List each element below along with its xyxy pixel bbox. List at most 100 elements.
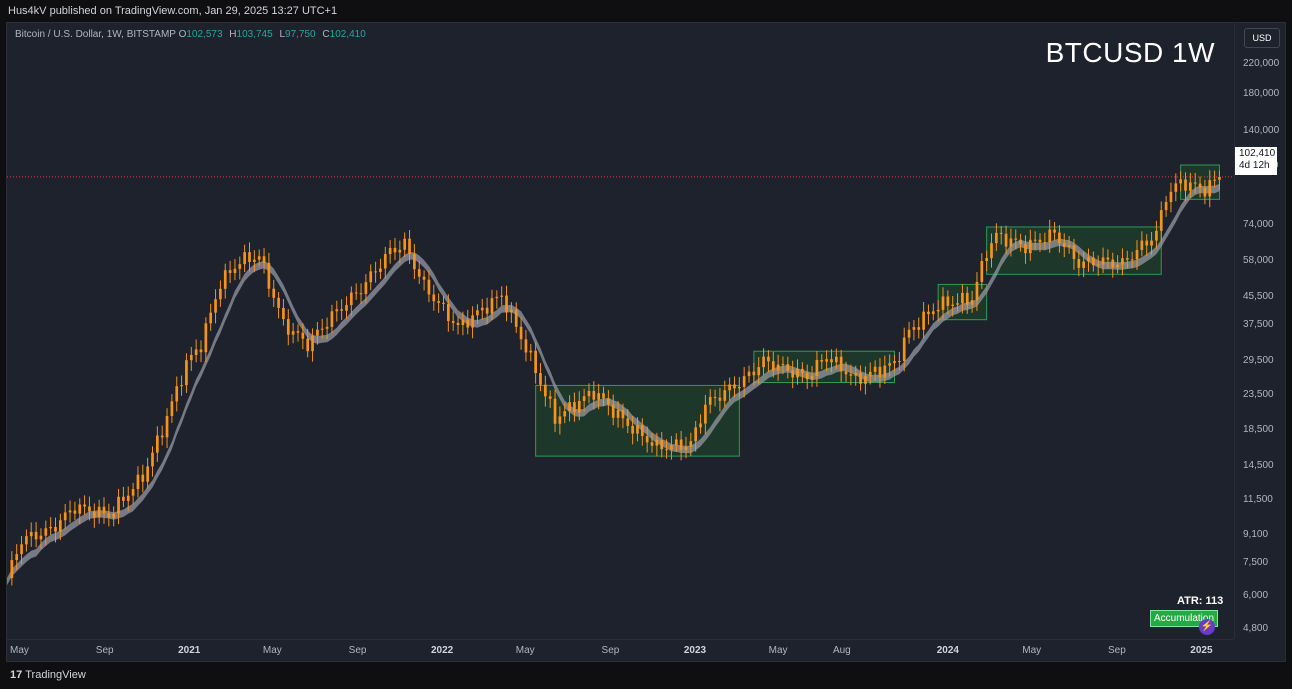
candle-body xyxy=(10,560,14,578)
candle-body xyxy=(961,292,964,304)
price-tick-label: 23,500 xyxy=(1243,388,1274,400)
candle-body xyxy=(83,504,86,507)
candle-body xyxy=(607,398,610,405)
candle-body xyxy=(650,442,654,446)
candle-body xyxy=(878,366,882,378)
candle-body xyxy=(573,402,576,413)
candle-body xyxy=(228,270,232,274)
candle-body xyxy=(995,232,998,244)
time-tick-label: Sep xyxy=(1108,645,1126,656)
candle-body xyxy=(810,376,814,380)
candle-body xyxy=(1014,238,1018,240)
candle-body xyxy=(277,297,280,308)
time-axis[interactable]: May Sep 2021 May Sep 2022 May Sep 2023 May Aug 2024… xyxy=(7,639,1234,662)
candle-body xyxy=(1189,182,1192,191)
candle-body xyxy=(1169,191,1173,203)
price-tick-label: 58,000 xyxy=(1243,254,1274,266)
candle-body xyxy=(238,264,242,269)
candle-body xyxy=(742,376,746,387)
time-tick-label: Sep xyxy=(601,645,620,656)
candle-body xyxy=(825,359,828,362)
candle-body xyxy=(141,474,145,482)
candle-body xyxy=(970,300,974,305)
candle-body xyxy=(1067,245,1071,247)
last-price-value: 102,410 xyxy=(1239,148,1276,159)
candle-body xyxy=(757,367,761,376)
price-tick-label: 6,000 xyxy=(1243,590,1269,602)
candle-body xyxy=(684,446,688,450)
bar-countdown: 4d 12h xyxy=(1239,160,1270,171)
candle-body xyxy=(20,544,23,555)
candle-body xyxy=(199,349,203,353)
candle-body xyxy=(665,449,668,451)
price-tick-label: 7,500 xyxy=(1243,557,1269,569)
candle-body xyxy=(1096,264,1100,266)
tradingview-logo[interactable]: 17 TradingView xyxy=(10,669,86,681)
candle-body xyxy=(577,400,581,413)
candle-body xyxy=(194,349,198,356)
candle-body xyxy=(485,307,489,314)
candle-body xyxy=(54,526,57,532)
candle-body xyxy=(990,243,993,259)
candle-body xyxy=(514,309,518,327)
candle-body xyxy=(170,401,174,417)
candle-body xyxy=(505,295,508,313)
candle-body xyxy=(1193,182,1197,184)
time-tick-label: May xyxy=(10,645,29,656)
candle-body xyxy=(767,356,770,362)
candle-body xyxy=(723,390,727,401)
candle-body xyxy=(645,436,649,443)
candle-body xyxy=(1087,257,1090,262)
candle-body xyxy=(776,364,780,371)
candle-body xyxy=(364,282,368,294)
candle-body xyxy=(320,328,324,330)
candle-body xyxy=(529,350,533,353)
candle-body xyxy=(796,368,799,378)
candle-body xyxy=(1203,187,1207,197)
candle-body xyxy=(1101,257,1105,265)
candle-body xyxy=(893,361,896,364)
lightning-icon[interactable]: ⚡ xyxy=(1199,619,1215,635)
candle-body xyxy=(883,365,887,378)
candle-body xyxy=(1130,259,1134,261)
candle-body xyxy=(980,260,984,282)
publish-info: Hus4kV published on TradingView.com, Jan… xyxy=(8,5,338,17)
candle-body xyxy=(107,513,111,518)
candle-body xyxy=(660,439,664,450)
candle-body xyxy=(272,288,276,298)
candle-body xyxy=(73,510,77,514)
candle-body xyxy=(1135,249,1139,260)
candle-body xyxy=(543,384,547,397)
candle-body xyxy=(219,288,222,300)
price-tick-label: 140,000 xyxy=(1243,124,1280,136)
candle-body xyxy=(165,416,169,438)
price-plot[interactable] xyxy=(7,23,1234,639)
candle-body xyxy=(291,331,295,335)
currency-button[interactable]: USD xyxy=(1244,28,1280,48)
candle-body xyxy=(1213,179,1216,181)
candle-body xyxy=(519,326,523,340)
candle-body xyxy=(398,249,402,253)
candle-body xyxy=(330,311,334,327)
candle-body xyxy=(97,506,101,518)
tradingview-name: TradingView xyxy=(25,669,86,681)
candle-body xyxy=(476,310,479,316)
candle-body xyxy=(849,374,853,376)
ohlc-close-value: 102,410 xyxy=(329,29,366,40)
price-tick-label: 11,500 xyxy=(1243,494,1273,506)
candle-body xyxy=(422,276,426,280)
candle-body xyxy=(1198,183,1202,188)
candle-body xyxy=(223,270,227,289)
candle-body xyxy=(534,350,537,374)
candle-body xyxy=(44,528,48,536)
candle-body xyxy=(655,439,659,446)
candle-body xyxy=(257,256,261,260)
candle-body xyxy=(752,371,756,376)
time-tick-label: 2021 xyxy=(178,645,201,656)
candle-body xyxy=(131,489,135,496)
time-tick-label: 2024 xyxy=(936,645,959,656)
candle-body xyxy=(786,364,790,371)
candle-body xyxy=(204,323,208,353)
candle-body xyxy=(446,303,450,322)
price-scale[interactable]: 220,000180,000140,000110,00074,00058,000… xyxy=(1234,23,1287,639)
